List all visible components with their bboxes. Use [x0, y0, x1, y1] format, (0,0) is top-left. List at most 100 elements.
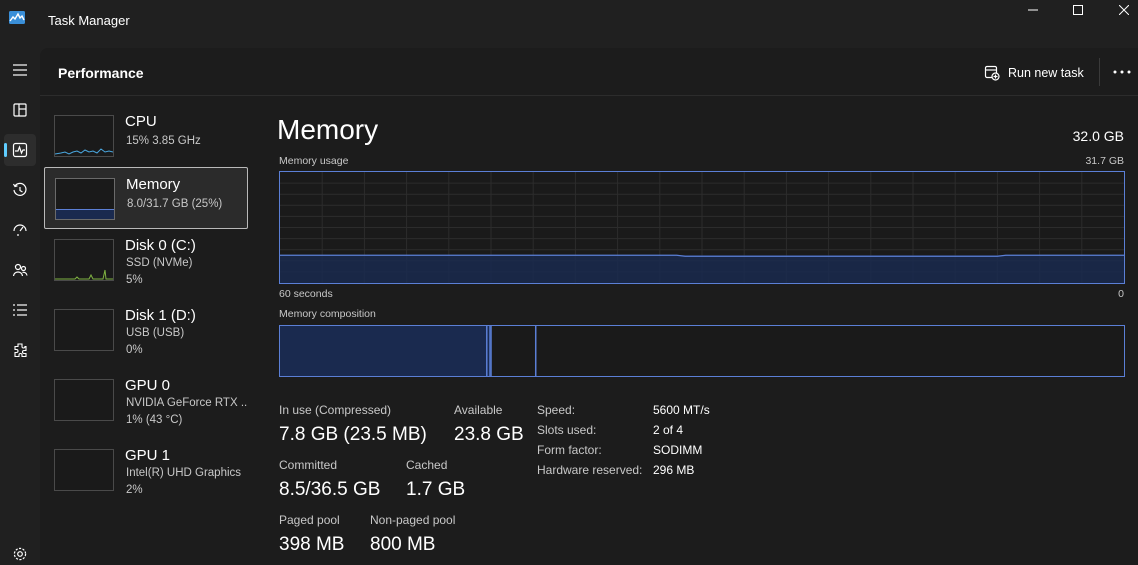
minimize-icon	[1028, 9, 1038, 11]
committed-value: 8.5/36.5 GB	[279, 479, 381, 500]
in-use-label: In use (Compressed)	[279, 403, 392, 417]
resource-name: Disk 0 (C:)	[125, 237, 196, 254]
resource-usage: 5%	[126, 274, 143, 286]
resource-name: Disk 1 (D:)	[125, 307, 196, 324]
cpu-thumbnail-graph	[54, 115, 114, 157]
close-button[interactable]	[1101, 0, 1138, 20]
slots-used-value: 2 of 4	[653, 423, 684, 437]
memory-usage-graph	[279, 171, 1125, 284]
page-title: Performance	[58, 65, 144, 81]
resource-item-disk-1[interactable]: Disk 1 (D:) USB (USB) 0%	[44, 299, 248, 361]
services-icon	[14, 343, 27, 358]
form-factor-value: SODIMM	[653, 443, 703, 457]
slots-used-label: Slots used:	[537, 423, 597, 437]
composition-in-use	[280, 326, 487, 376]
resource-detail: 8.0/31.7 GB (25%)	[127, 198, 223, 210]
nav-details[interactable]	[4, 294, 36, 326]
memory-usage-chart	[280, 172, 1124, 283]
composition-free	[535, 326, 1124, 376]
speed-value: 5600 MT/s	[653, 403, 710, 417]
cached-label: Cached	[406, 458, 448, 472]
committed-label: Committed	[279, 458, 338, 472]
memory-title: Memory	[277, 114, 379, 145]
navigation-rail	[0, 44, 40, 565]
nav-settings[interactable]	[4, 538, 36, 565]
resource-detail: Intel(R) UHD Graphics	[126, 467, 242, 479]
graph-time-start: 60 seconds	[279, 288, 333, 300]
memory-composition-chart	[280, 326, 1124, 376]
maximize-button[interactable]	[1055, 0, 1101, 20]
app-history-icon	[12, 182, 27, 196]
resource-item-gpu-0[interactable]: GPU 0 NVIDIA GeForce RTX ... 1% (43 °C)	[44, 369, 248, 431]
memory-usage-label: Memory usage	[279, 155, 349, 167]
available-value: 23.8 GB	[454, 424, 524, 445]
memory-total: 32.0 GB	[1072, 128, 1124, 144]
hardware-reserved-value: 296 MB	[653, 463, 695, 477]
nav-startup-apps[interactable]	[4, 214, 36, 246]
resource-name: CPU	[125, 113, 157, 130]
usage-area	[280, 255, 1124, 283]
resource-item-disk-0[interactable]: Disk 0 (C:) SSD (NVMe) 5%	[44, 229, 248, 291]
run-new-task-label: Run new task	[1008, 66, 1084, 80]
non-paged-pool-label: Non-paged pool	[370, 513, 456, 527]
nav-app-history[interactable]	[4, 174, 36, 206]
main-content: Performance Run new task CPU 15% 3.85 GH…	[40, 48, 1138, 565]
gpu-0-thumbnail-graph	[54, 379, 114, 421]
processes-icon	[13, 103, 27, 117]
task-manager-app-icon	[9, 11, 25, 24]
resource-detail: USB (USB)	[126, 327, 185, 339]
maximize-icon	[1073, 5, 1083, 15]
resource-item-cpu[interactable]: CPU 15% 3.85 GHz	[44, 105, 248, 167]
nav-performance[interactable]	[4, 134, 36, 166]
nav-users[interactable]	[4, 254, 36, 286]
memory-usage-max: 31.7 GB	[1085, 155, 1124, 167]
in-use-value: 7.8 GB (23.5 MB)	[279, 424, 427, 445]
resource-detail: 15% 3.85 GHz	[126, 135, 201, 147]
memory-thumbnail-graph	[55, 178, 115, 220]
nav-processes[interactable]	[4, 94, 36, 126]
disk-0-thumbnail-graph	[54, 239, 114, 281]
details-icon	[13, 304, 27, 316]
memory-composition-label: Memory composition	[279, 308, 376, 320]
resource-item-gpu-1[interactable]: GPU 1 Intel(R) UHD Graphics 2%	[44, 439, 248, 501]
more-options-icon	[1113, 70, 1131, 74]
composition-standby	[491, 326, 536, 376]
cached-value: 1.7 GB	[406, 479, 466, 500]
run-new-task-button[interactable]: Run new task	[984, 62, 1084, 84]
form-factor-label: Form factor:	[537, 443, 602, 457]
resource-detail: NVIDIA GeForce RTX ...	[126, 397, 248, 409]
users-icon	[12, 263, 28, 277]
non-paged-pool-value: 800 MB	[370, 534, 436, 555]
gpu-1-thumbnail-graph	[54, 449, 114, 491]
title-bar[interactable]: Task Manager	[0, 0, 1138, 44]
minimize-button[interactable]	[1010, 0, 1056, 20]
speed-label: Speed:	[537, 403, 576, 417]
startup-apps-icon	[13, 224, 27, 236]
nav-menu-button[interactable]	[4, 54, 36, 86]
page-header: Performance Run new task	[40, 48, 1138, 96]
resource-usage: 2%	[126, 484, 143, 496]
resource-name: GPU 0	[125, 377, 171, 394]
paged-pool-value: 398 MB	[279, 534, 345, 555]
memory-composition-bar	[279, 325, 1125, 377]
resource-usage: 1% (43 °C)	[126, 414, 183, 426]
paged-pool-label: Paged pool	[279, 513, 340, 527]
performance-icon	[12, 142, 28, 158]
run-new-task-icon	[984, 65, 1000, 81]
resource-usage: 0%	[126, 344, 143, 356]
resource-detail: SSD (NVMe)	[126, 257, 193, 269]
nav-services[interactable]	[4, 334, 36, 366]
resource-name: Memory	[126, 176, 181, 193]
resource-item-memory[interactable]: Memory 8.0/31.7 GB (25%)	[44, 167, 248, 229]
close-icon	[1119, 5, 1129, 15]
available-label: Available	[454, 403, 503, 417]
window-title: Task Manager	[48, 13, 130, 28]
more-options-button[interactable]	[1110, 62, 1134, 82]
disk-1-thumbnail-graph	[54, 309, 114, 351]
header-divider	[1099, 58, 1100, 86]
menu-icon	[13, 64, 27, 76]
settings-icon	[13, 547, 27, 561]
performance-resource-list: CPU 15% 3.85 GHz Memory 8.0/31.7 GB (25%…	[40, 96, 256, 565]
graph-time-end: 0	[1118, 288, 1124, 300]
resource-name: GPU 1	[125, 447, 171, 464]
